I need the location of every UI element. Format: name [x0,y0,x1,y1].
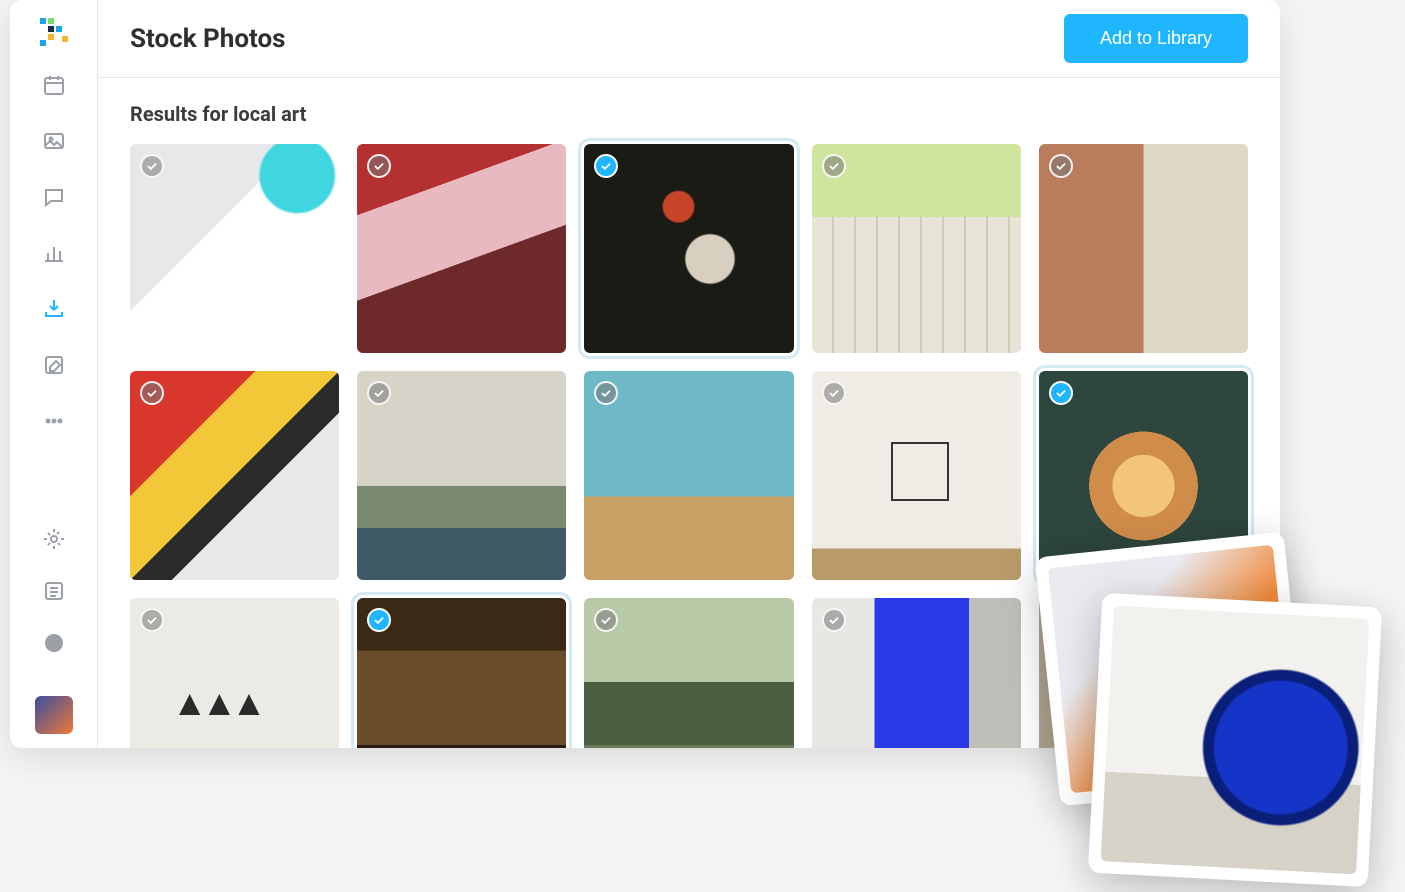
sidebar-item-list[interactable] [39,576,69,606]
check-icon [145,386,159,400]
sidebar-bottom: ? [35,524,73,734]
check-icon [827,386,841,400]
select-toggle[interactable] [822,381,846,405]
sidebar-item-inbox[interactable] [39,294,69,324]
thumbnail[interactable] [130,144,339,353]
list-icon [42,579,66,603]
sidebar-item-calendar[interactable] [39,70,69,100]
check-icon [372,613,386,627]
preview-image [1100,605,1369,874]
user-avatar[interactable] [35,696,73,734]
select-toggle[interactable] [1049,154,1073,178]
more-horizontal-icon [42,409,66,433]
header: Stock Photos Add to Library [98,0,1280,78]
app-logo[interactable] [36,14,72,50]
thumbnail[interactable] [584,371,793,580]
svg-text:?: ? [50,637,56,652]
sidebar-item-analytics[interactable] [39,238,69,268]
thumbnail[interactable] [357,598,566,748]
preview-card[interactable] [1088,593,1382,887]
add-to-library-button[interactable]: Add to Library [1064,14,1248,63]
select-toggle[interactable] [594,154,618,178]
check-icon [372,386,386,400]
select-toggle[interactable] [367,608,391,632]
check-icon [599,386,613,400]
select-toggle[interactable] [594,381,618,405]
check-icon [599,159,613,173]
chat-icon [42,185,66,209]
help-icon: ? [42,631,66,655]
select-toggle[interactable] [367,154,391,178]
calendar-icon [42,73,66,97]
bar-chart-icon [42,241,66,265]
select-toggle[interactable] [140,154,164,178]
edit-icon [42,353,66,377]
check-icon [145,613,159,627]
thumbnail[interactable] [584,144,793,353]
sidebar-nav [39,70,69,436]
check-icon [827,613,841,627]
thumbnail[interactable] [812,371,1021,580]
sidebar-item-settings[interactable] [39,524,69,554]
sidebar-item-chat[interactable] [39,182,69,212]
thumbnail[interactable] [1039,144,1248,353]
check-icon [1054,386,1068,400]
thumbnail[interactable] [812,144,1021,353]
thumbnail[interactable] [357,144,566,353]
sidebar: ? [10,0,98,748]
results-label: Results for local art [130,102,1248,126]
sidebar-item-gallery[interactable] [39,126,69,156]
sidebar-item-compose[interactable] [39,350,69,380]
check-icon [1054,159,1068,173]
select-toggle[interactable] [822,154,846,178]
check-icon [145,159,159,173]
select-toggle[interactable] [140,608,164,632]
image-icon [42,129,66,153]
sidebar-item-help[interactable]: ? [39,628,69,658]
select-toggle[interactable] [594,608,618,632]
thumbnail[interactable] [584,598,793,748]
thumbnail[interactable] [812,598,1021,748]
check-icon [827,159,841,173]
gear-icon [42,527,66,551]
thumbnail[interactable] [130,598,339,748]
page-title: Stock Photos [130,24,286,54]
check-icon [372,159,386,173]
select-toggle[interactable] [140,381,164,405]
download-tray-icon [42,297,66,321]
check-icon [599,613,613,627]
select-toggle[interactable] [367,381,391,405]
thumbnail[interactable] [130,371,339,580]
select-toggle[interactable] [1049,381,1073,405]
select-toggle[interactable] [822,608,846,632]
sidebar-item-more[interactable] [39,406,69,436]
thumbnail[interactable] [357,371,566,580]
preview-stack [1047,544,1387,884]
